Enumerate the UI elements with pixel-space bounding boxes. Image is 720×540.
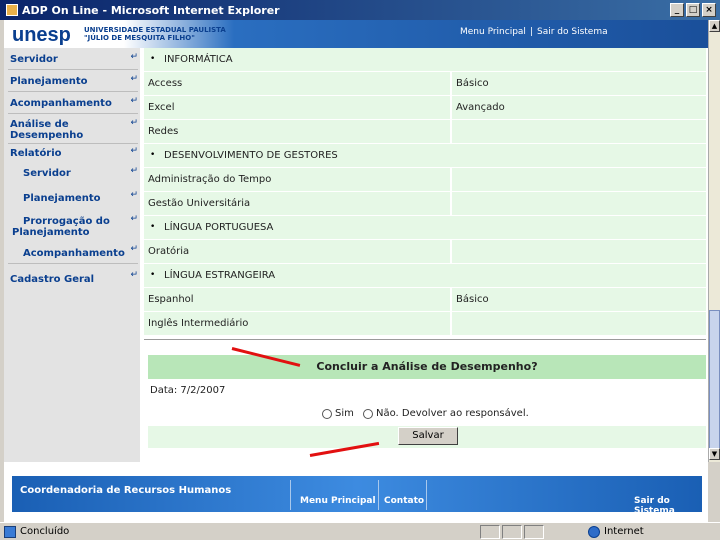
nav-planejamento[interactable]: Planejamento: [10, 76, 88, 87]
nav-divider: [8, 263, 138, 264]
radio-sim[interactable]: [322, 409, 332, 419]
nav-divider: [8, 91, 138, 92]
status-text: Concluído: [20, 526, 70, 537]
bullet-icon: •: [150, 54, 156, 64]
nav-divider: [8, 143, 138, 144]
nav-relatorio[interactable]: Relatório: [10, 148, 62, 159]
ie-icon: [6, 4, 18, 16]
section-divider: [144, 339, 706, 340]
save-row: Salvar: [148, 426, 706, 448]
table-row: Access Básico: [144, 72, 706, 96]
category-row: • DESENVOLVIMENTO DE GESTORES: [144, 144, 706, 168]
window-titlebar: ADP On Line - Microsoft Internet Explore…: [0, 0, 720, 20]
table-row: Gestão Universitária: [144, 192, 706, 216]
nav-arrow-icon: ↵: [130, 166, 138, 176]
category-row: • LÍNGUA PORTUGUESA: [144, 216, 706, 240]
bullet-icon: •: [150, 270, 156, 280]
nav-sub-acompanhamento[interactable]: Acompanhamento: [23, 248, 125, 259]
scroll-up-icon[interactable]: ▲: [709, 20, 720, 32]
vertical-scrollbar[interactable]: ▲ ▼: [708, 20, 720, 462]
site-footer: Coordenadoria de Recursos Humanos Menu P…: [4, 462, 708, 522]
save-button[interactable]: Salvar: [398, 427, 458, 445]
footer-divider: [378, 480, 379, 510]
nav-arrow-icon: ↵: [130, 52, 138, 62]
internet-zone-icon: [588, 526, 600, 538]
conclude-options: Sim Não. Devolver ao responsável.: [148, 404, 706, 424]
footer-menu-link[interactable]: Menu Principal: [300, 496, 376, 506]
university-name: UNIVERSIDADE ESTADUAL PAULISTA "JÚLIO DE…: [84, 26, 226, 42]
close-button[interactable]: ×: [702, 3, 716, 17]
page-content: unesp UNIVERSIDADE ESTADUAL PAULISTA "JÚ…: [4, 20, 708, 462]
nav-arrow-icon: ↵: [130, 146, 138, 156]
status-panel: [502, 525, 522, 539]
status-panel: [480, 525, 500, 539]
header-separator: |: [529, 27, 533, 37]
nav-arrow-icon: ↵: [130, 270, 138, 280]
footer-sair-link[interactable]: Sair do Sistema: [634, 496, 702, 516]
page-done-icon: [4, 526, 16, 538]
table-row: Inglês Intermediário: [144, 312, 706, 336]
nav-divider: [8, 113, 138, 114]
zone-text: Internet: [604, 526, 644, 537]
nav-sub-servidor[interactable]: Servidor: [23, 168, 71, 179]
nav-cadastro-geral[interactable]: Cadastro Geral: [10, 274, 94, 285]
table-row: Excel Avançado: [144, 96, 706, 120]
bullet-icon: •: [150, 222, 156, 232]
nav-arrow-icon: ↵: [130, 190, 138, 200]
nav-divider: [8, 69, 138, 70]
minimize-button[interactable]: _: [670, 3, 684, 17]
menu-principal-link[interactable]: Menu Principal: [460, 27, 526, 37]
status-bar: Concluído Internet: [0, 522, 720, 540]
sair-link[interactable]: Sair do Sistema: [537, 27, 608, 37]
table-row: Administração do Tempo: [144, 168, 706, 192]
nav-acompanhamento[interactable]: Acompanhamento: [10, 98, 112, 109]
nav-analise-desempenho[interactable]: Análise de Desempenho: [10, 119, 83, 141]
header-nav: Menu Principal | Sair do Sistema: [460, 27, 608, 37]
footer-title: Coordenadoria de Recursos Humanos: [20, 485, 232, 496]
category-row: • INFORMÁTICA: [144, 48, 706, 72]
nav-sub-prorrogacao[interactable]: Prorrogação do Planejamento: [12, 216, 132, 238]
conclude-date: Data: 7/2/2007: [150, 385, 226, 396]
footer-bar: Coordenadoria de Recursos Humanos Menu P…: [12, 476, 702, 516]
label-sim: Sim: [335, 408, 354, 419]
sidebar: Servidor ↵ Planejamento ↵ Acompanhamento…: [4, 48, 140, 462]
nav-arrow-icon: ↵: [130, 214, 138, 224]
category-row: • LÍNGUA ESTRANGEIRA: [144, 264, 706, 288]
scroll-down-icon[interactable]: ▼: [709, 448, 720, 460]
status-panel: [524, 525, 544, 539]
bullet-icon: •: [150, 150, 156, 160]
window-title: ADP On Line - Microsoft Internet Explore…: [22, 3, 280, 17]
table-row: Espanhol Básico: [144, 288, 706, 312]
footer-contato-link[interactable]: Contato: [384, 496, 424, 506]
nav-servidor[interactable]: Servidor: [10, 54, 58, 65]
footer-divider: [290, 480, 291, 510]
maximize-button[interactable]: □: [686, 3, 700, 17]
scroll-thumb[interactable]: [709, 310, 720, 450]
radio-nao[interactable]: [363, 409, 373, 419]
nav-arrow-icon: ↵: [130, 96, 138, 106]
nav-arrow-icon: ↵: [130, 244, 138, 254]
table-row: Redes: [144, 120, 706, 144]
footer-divider: [426, 480, 427, 510]
site-header: unesp UNIVERSIDADE ESTADUAL PAULISTA "JÚ…: [4, 20, 708, 48]
conclude-question: Concluir a Análise de Desempenho?: [148, 355, 706, 379]
nav-arrow-icon: ↵: [130, 74, 138, 84]
table-row: Oratória: [144, 240, 706, 264]
unesp-logo: unesp: [12, 24, 71, 46]
nav-sub-planejamento[interactable]: Planejamento: [23, 193, 101, 204]
label-nao: Não. Devolver ao responsável.: [376, 408, 529, 419]
nav-arrow-icon: ↵: [130, 118, 138, 128]
